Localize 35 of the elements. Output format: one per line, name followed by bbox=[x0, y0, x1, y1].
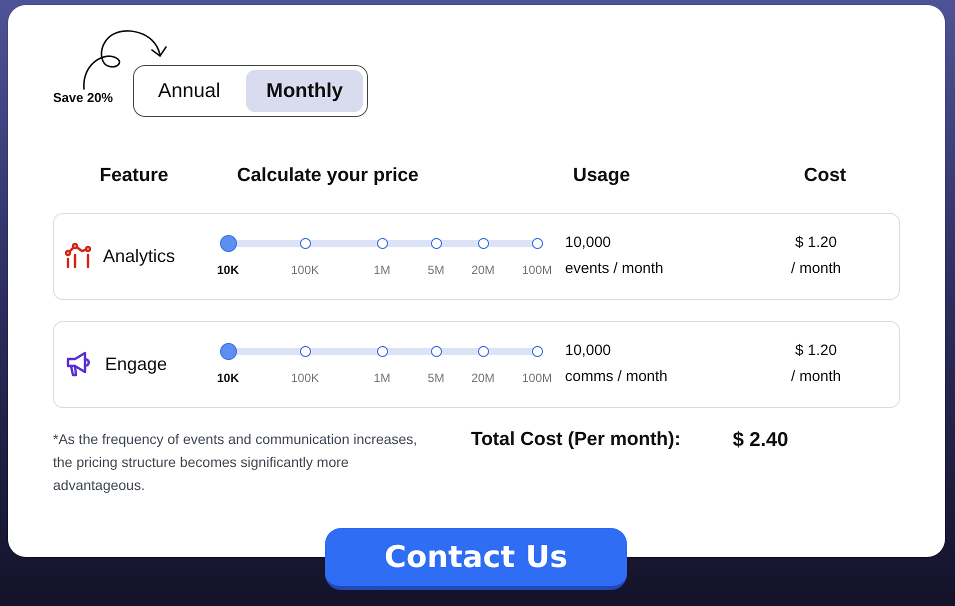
column-header: Calculate your price bbox=[237, 165, 419, 186]
chart-icon bbox=[65, 243, 91, 269]
slider-label: 100K bbox=[290, 370, 320, 387]
column-header: Feature bbox=[100, 165, 168, 186]
slider-label: 10K bbox=[217, 262, 239, 279]
slider-label: 100K bbox=[290, 262, 320, 279]
feature-name: Engage bbox=[105, 352, 168, 376]
usage-value: 10,000 bbox=[565, 341, 612, 361]
total-value: $ 2.40 bbox=[732, 428, 788, 452]
cost-value: $ 1.20 bbox=[795, 233, 837, 253]
usage-unit: comms / month bbox=[565, 366, 669, 386]
slider-label: 1M bbox=[374, 262, 390, 279]
slider-label: 1M bbox=[374, 370, 390, 387]
usage-unit: events / month bbox=[565, 258, 664, 278]
cost-value: $ 1.20 bbox=[795, 341, 837, 361]
footnote: *As the frequency of events and communication increases, the pricing structure becomes significantly more advantageous. bbox=[53, 430, 418, 495]
cost-unit: / month bbox=[790, 258, 842, 278]
feature-name: Analytics bbox=[103, 244, 176, 268]
slider-label: 100M bbox=[522, 262, 552, 279]
cost-unit: / month bbox=[790, 366, 842, 386]
megaphone-icon bbox=[65, 350, 93, 378]
discount-note: Save 20% bbox=[53, 88, 113, 106]
slider-label: 100M bbox=[522, 370, 552, 387]
contact-button[interactable]: Contact Us bbox=[325, 528, 627, 590]
total-label: Total Cost (Per month): bbox=[471, 428, 681, 452]
billing-option[interactable]: Annual bbox=[138, 70, 240, 112]
slider-label: 20M bbox=[471, 262, 495, 279]
billing-option[interactable]: Monthly bbox=[246, 70, 363, 112]
slider-label: 5M bbox=[428, 370, 444, 387]
column-header: Usage bbox=[573, 165, 630, 186]
slider-label: 20M bbox=[471, 370, 495, 387]
column-header: Cost bbox=[804, 165, 846, 186]
slider-label: 10K bbox=[217, 370, 239, 387]
usage-value: 10,000 bbox=[565, 233, 612, 253]
slider-label: 5M bbox=[428, 262, 444, 279]
